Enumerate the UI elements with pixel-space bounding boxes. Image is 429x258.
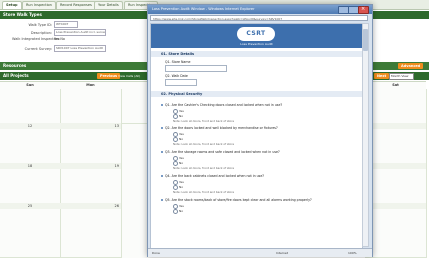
- day-number: 25: [0, 203, 60, 209]
- popup-status-bar: Done Internet 100%: [148, 248, 372, 257]
- calendar-cell[interactable]: 30: [365, 203, 427, 258]
- day-number: 19: [60, 163, 121, 169]
- question-5-no-radio[interactable]: [173, 209, 178, 214]
- description-label: Description:: [30, 30, 52, 35]
- question-4-note: Note: Look at doors, front and back of s…: [173, 190, 235, 194]
- question-bullet-icon: [161, 104, 163, 106]
- day-number: 24: [365, 163, 426, 169]
- resources-title: Resources: [3, 63, 27, 68]
- close-icon: ×: [361, 6, 366, 12]
- question-1-no-label: No: [179, 114, 184, 118]
- inspection-popup-window: Loss Prevention Audit Window - Windows I…: [147, 4, 373, 257]
- question-bullet-icon: [161, 151, 163, 153]
- walk-integrated-label: Walk Integrated Inspection:: [12, 37, 61, 41]
- question-4-yes-label: Yes: [179, 180, 184, 184]
- calendar-cell[interactable]: 17: [365, 123, 427, 164]
- calendar-cell[interactable]: 12: [0, 123, 61, 164]
- calendar-cell[interactable]: 19: [60, 163, 122, 204]
- question-1-note: Note: Look at doors, front and back of s…: [173, 119, 235, 123]
- calendar-cell[interactable]: 24: [365, 163, 427, 204]
- calendar-cell[interactable]: 18: [0, 163, 61, 204]
- question-3-note: Note: Look at doors, front and back of s…: [173, 166, 235, 170]
- calendar-cell[interactable]: [60, 89, 122, 124]
- col-header-sun: Sun: [26, 83, 34, 87]
- walk-type-id-label: Walk Type ID:: [28, 22, 52, 27]
- section-physical-security: 02. Physical Security: [151, 91, 362, 97]
- calendar-cell[interactable]: 25: [0, 203, 61, 258]
- current-survey-row: Current Survey: SRV1007 Loss Prevention A…: [12, 45, 106, 52]
- popup-title: Loss Prevention Audit Window - Windows I…: [152, 7, 255, 11]
- status-zone: Internet: [276, 251, 288, 255]
- question-2-text: Q2. Are the doors locked and well blocke…: [165, 126, 278, 130]
- calendar-cell[interactable]: [365, 89, 427, 124]
- month-view-select[interactable]: Month View: [389, 73, 414, 80]
- question-3-text: Q3. Are the storage rooms and safe close…: [165, 150, 280, 154]
- walk-integrated-row: Walk Integrated Inspection:Yes No: [12, 37, 65, 41]
- col-header-mon: Mon: [86, 83, 95, 87]
- question-3-yes-label: Yes: [179, 156, 184, 160]
- address-bar[interactable]: https://www.site-link.com/StoreWalk/Insp…: [150, 15, 368, 21]
- company-logo: CSRT: [237, 27, 275, 41]
- question-4-no-label: No: [179, 185, 184, 189]
- tab-your-details[interactable]: Your Details: [94, 1, 123, 9]
- form-heading: Loss Prevention Audit: [240, 42, 273, 46]
- day-number: 13: [60, 123, 121, 129]
- day-number: 26: [60, 203, 121, 209]
- question-bullet-icon: [161, 199, 163, 201]
- calendar-cell[interactable]: 26: [60, 203, 122, 258]
- store-name-input[interactable]: [165, 65, 227, 72]
- day-number: 17: [365, 123, 426, 129]
- question-5-yes-label: Yes: [179, 204, 184, 208]
- popup-content: CSRT Loss Prevention Audit 01. Store Det…: [150, 23, 363, 249]
- previous-button[interactable]: Previous: [97, 73, 121, 79]
- tab-record-responses[interactable]: Record Responses: [56, 1, 96, 9]
- status-zoom[interactable]: 100%: [348, 249, 357, 257]
- next-button[interactable]: Next: [374, 73, 390, 79]
- day-number: 12: [0, 123, 60, 129]
- advanced-button[interactable]: Advanced: [398, 63, 424, 69]
- question-2-yes-label: Yes: [179, 132, 184, 136]
- question-bullet-icon: [161, 127, 163, 129]
- question-1-yes-label: Yes: [179, 109, 184, 113]
- logo-banner: CSRT Loss Prevention Audit: [151, 24, 362, 48]
- view-calls-filter[interactable]: View Calls (All): [118, 73, 140, 79]
- description-field[interactable]: Loss Prevention Audit incl. survey: [54, 29, 106, 36]
- question-2-note: Note: Look at doors, front and back of s…: [173, 142, 235, 146]
- walk-type-id-row: Walk Type ID: WT4007: [12, 21, 78, 28]
- all-projects-title: All Projects: [3, 73, 29, 78]
- walk-integrated-options[interactable]: Yes No: [54, 37, 65, 41]
- question-2-no-label: No: [179, 137, 184, 141]
- close-button[interactable]: ×: [358, 6, 369, 14]
- tab-setup[interactable]: Setup: [2, 1, 22, 9]
- day-number: 18: [0, 163, 60, 169]
- description-row: Description: Loss Prevention Audit incl. …: [12, 29, 106, 36]
- walk-type-id-field[interactable]: WT4007: [54, 21, 78, 28]
- question-5-no-label: No: [179, 209, 184, 213]
- status-text: Done: [152, 251, 160, 255]
- store-name-label: Q1. Store Name: [165, 60, 191, 64]
- day-number: 30: [365, 203, 426, 209]
- popup-scrollbar-thumb[interactable]: [363, 29, 368, 51]
- popup-scrollbar[interactable]: [362, 23, 369, 247]
- walk-date-label: Q2. Walk Date: [165, 74, 188, 78]
- current-survey-label: Current Survey:: [24, 46, 52, 51]
- calendar-cell[interactable]: 13: [60, 123, 122, 164]
- question-4-text: Q4. Are the back cabinets closed and loc…: [165, 174, 264, 178]
- tab-run-inspection[interactable]: Run Inspection: [22, 1, 56, 9]
- section-store-details: 01. Store Details: [151, 51, 362, 57]
- question-5-text: Q5. Are the stock rooms/back of store/fi…: [165, 198, 312, 202]
- col-header-sat: Sat: [392, 83, 399, 87]
- calendar-cell[interactable]: [0, 89, 61, 124]
- question-3-no-label: No: [179, 161, 184, 165]
- question-bullet-icon: [161, 175, 163, 177]
- current-survey-field[interactable]: SRV1007 Loss Prevention Audit: [54, 45, 106, 52]
- question-1-text: Q1. Are the Cashier's Checking doors clo…: [165, 103, 283, 107]
- walk-date-input[interactable]: [165, 79, 197, 86]
